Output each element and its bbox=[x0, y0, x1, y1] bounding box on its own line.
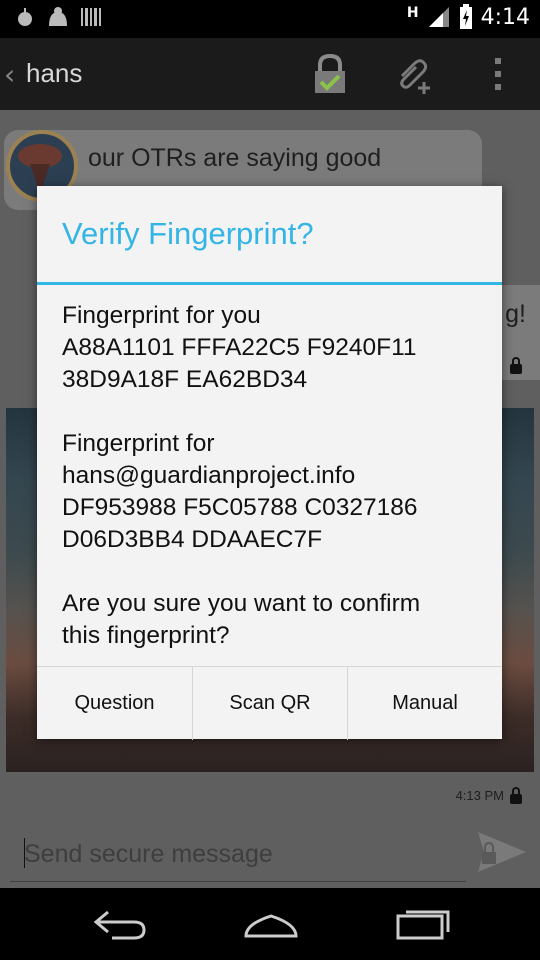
message-timestamp: 4:13 PM bbox=[455, 788, 504, 803]
contact-account: hans@guardianproject.info bbox=[62, 462, 356, 489]
lock-icon bbox=[510, 787, 522, 804]
dialog-message: Fingerprint for you A88A1101 FFFA22C5 F9… bbox=[62, 300, 492, 684]
verify-fingerprint-dialog: Verify Fingerprint? Fingerprint for you … bbox=[37, 186, 502, 740]
action-bar: ‹ hans bbox=[0, 38, 540, 110]
status-bar: H 4:14 bbox=[0, 0, 540, 38]
notification-icon bbox=[18, 8, 32, 26]
android-notification-icon bbox=[49, 7, 67, 26]
back-chevron-icon[interactable]: ‹ bbox=[4, 58, 15, 91]
home-icon[interactable] bbox=[236, 902, 306, 946]
title-divider bbox=[37, 282, 502, 285]
contact-fingerprint: Fingerprint for hans@guardianproject.inf… bbox=[62, 428, 492, 556]
lock-icon bbox=[510, 357, 522, 374]
signal-icon bbox=[428, 7, 449, 27]
contact-name[interactable]: hans bbox=[26, 58, 82, 89]
contact-fingerprint-value-line1: DF953988 F5C05788 C0327186 bbox=[62, 494, 418, 521]
your-fingerprint-label: Fingerprint for you bbox=[62, 302, 261, 329]
contact-fingerprint-value-line2: D06D3BB4 DDAAEC7F bbox=[62, 526, 323, 553]
message-composer bbox=[10, 826, 466, 882]
dialog-buttons: Question Scan QR Manual bbox=[37, 666, 502, 740]
confirm-line1: Are you sure you want to confirm bbox=[62, 590, 421, 617]
barcode-icon bbox=[81, 8, 101, 26]
lock-verified-icon[interactable] bbox=[312, 54, 348, 94]
attach-icon[interactable] bbox=[394, 54, 434, 94]
scan-qr-button[interactable]: Scan QR bbox=[192, 667, 347, 740]
text-cursor bbox=[24, 838, 25, 868]
message-text: g! bbox=[505, 300, 526, 328]
your-fingerprint: Fingerprint for you A88A1101 FFFA22C5 F9… bbox=[62, 300, 492, 396]
clock: 4:14 bbox=[480, 4, 530, 30]
send-icon[interactable] bbox=[476, 828, 528, 876]
confirm-question: Are you sure you want to confirm this fi… bbox=[62, 588, 492, 652]
your-fingerprint-value-line1: A88A1101 FFFA22C5 F9240F11 bbox=[62, 334, 417, 361]
network-type: H bbox=[406, 5, 419, 21]
manual-button[interactable]: Manual bbox=[347, 667, 502, 740]
navigation-bar bbox=[0, 888, 540, 960]
your-fingerprint-value-line2: 38D9A18F EA62BD34 bbox=[62, 366, 308, 393]
message-input[interactable] bbox=[24, 834, 454, 874]
overflow-menu-icon[interactable] bbox=[492, 54, 504, 94]
contact-fingerprint-label: Fingerprint for bbox=[62, 430, 215, 457]
message-text: our OTRs are saying good bbox=[88, 144, 382, 172]
confirm-line2: this fingerprint? bbox=[62, 622, 230, 649]
question-button[interactable]: Question bbox=[37, 667, 192, 740]
back-icon[interactable] bbox=[86, 902, 156, 946]
dialog-title: Verify Fingerprint? bbox=[62, 216, 314, 251]
recent-apps-icon[interactable] bbox=[386, 902, 456, 946]
battery-icon bbox=[459, 4, 472, 29]
